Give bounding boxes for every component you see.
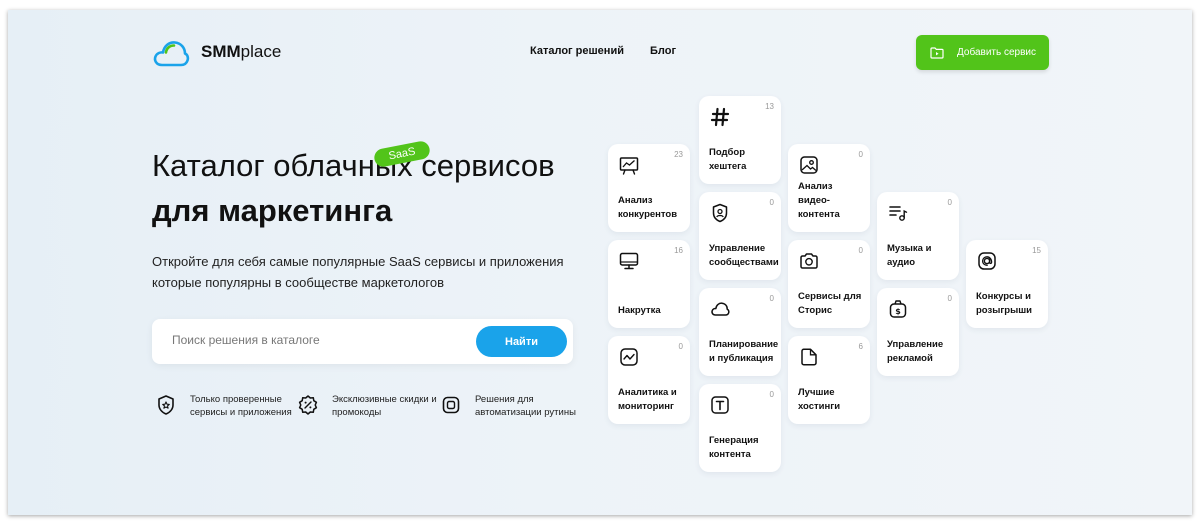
category-card-stories[interactable]: 0 Сервисы для Сторис bbox=[788, 240, 870, 328]
category-label: Музыка и аудио bbox=[887, 243, 932, 268]
folder-play-icon bbox=[930, 46, 944, 59]
category-count: 0 bbox=[769, 294, 774, 303]
discount-icon bbox=[298, 395, 318, 415]
category-label: Подбор хештега bbox=[709, 147, 747, 172]
chart-board-icon bbox=[619, 157, 639, 175]
camera-icon bbox=[800, 253, 818, 269]
hero-title-line2: для маркетинга bbox=[152, 193, 393, 228]
feature-automation: Решения для автоматизации рутины bbox=[440, 393, 580, 419]
logo-text: SMMplace bbox=[201, 42, 282, 61]
feature-verified: Только проверенные сервисы и приложения bbox=[155, 393, 300, 419]
money-bag-icon: $ bbox=[889, 300, 907, 318]
svg-text:$: $ bbox=[895, 307, 901, 316]
category-label: Конкурсы и розыгрыши bbox=[976, 291, 1032, 316]
category-card-communities[interactable]: 0 Управление сообществами bbox=[699, 192, 781, 280]
automation-icon bbox=[442, 396, 460, 414]
category-count: 0 bbox=[678, 342, 683, 351]
search-input[interactable] bbox=[172, 333, 452, 347]
category-label: Генерация контента bbox=[709, 435, 759, 460]
text-icon bbox=[711, 396, 729, 414]
category-card-ads[interactable]: $ 0 Управление рекламой bbox=[877, 288, 959, 376]
at-icon bbox=[978, 252, 996, 270]
feature-automation-text: Решения для автоматизации рутины bbox=[475, 394, 576, 418]
user-badge-icon bbox=[712, 203, 728, 223]
search-box: Найти bbox=[152, 319, 573, 364]
category-count: 0 bbox=[858, 150, 863, 159]
category-count: 0 bbox=[947, 198, 952, 207]
category-count: 0 bbox=[769, 198, 774, 207]
category-label: Лучшие хостинги bbox=[798, 387, 841, 412]
cloud-logo-icon bbox=[153, 41, 190, 67]
shield-icon bbox=[158, 395, 174, 415]
category-card-video-analysis[interactable]: 0 Анализ видео-контента bbox=[788, 144, 870, 232]
category-count: 23 bbox=[674, 150, 683, 159]
category-count: 6 bbox=[858, 342, 863, 351]
category-label: Анализ видео-контента bbox=[798, 181, 840, 220]
category-card-boost[interactable]: 16 Накрутка bbox=[608, 240, 690, 328]
monitor-icon bbox=[619, 252, 639, 270]
category-card-music[interactable]: 0 Музыка и аудио bbox=[877, 192, 959, 280]
category-card-content-generation[interactable]: 0 Генерация контента bbox=[699, 384, 781, 472]
category-count: 0 bbox=[769, 390, 774, 399]
add-service-label: Добавить сервис bbox=[957, 47, 1036, 58]
category-label: Управление рекламой bbox=[887, 339, 944, 364]
category-label: Управление сообществами bbox=[709, 243, 779, 268]
category-label: Планирование и публикация bbox=[709, 339, 779, 364]
image-icon bbox=[800, 156, 818, 174]
category-card-contests[interactable]: 15 Конкурсы и розыгрыши bbox=[966, 240, 1048, 328]
category-card-analytics[interactable]: 0 Аналитика и мониторинг bbox=[608, 336, 690, 424]
hashtag-icon bbox=[710, 107, 730, 127]
category-label: Сервисы для Сторис bbox=[798, 291, 862, 316]
cloud-icon bbox=[711, 302, 730, 316]
category-label: Аналитика и мониторинг bbox=[618, 387, 677, 412]
category-count: 15 bbox=[1032, 246, 1041, 255]
category-card-planning[interactable]: 0 Планирование и публикация bbox=[699, 288, 781, 376]
folder-icon bbox=[801, 348, 817, 366]
category-count: 0 bbox=[858, 246, 863, 255]
logo[interactable]: SMMplace bbox=[152, 36, 281, 68]
add-service-button[interactable]: Добавить сервис bbox=[916, 35, 1049, 70]
feature-discounts-text: Эксклюзивные скидки и промокоды bbox=[332, 394, 437, 418]
music-list-icon bbox=[889, 206, 908, 221]
category-count: 0 bbox=[947, 294, 952, 303]
analytics-icon bbox=[620, 348, 638, 366]
hero-title-line1: Каталог облачных сервисов bbox=[152, 148, 555, 183]
nav-blog[interactable]: Блог bbox=[650, 45, 676, 57]
category-card-hashtag[interactable]: 13 Подбор хештега bbox=[699, 96, 781, 184]
nav-catalog[interactable]: Каталог решений bbox=[530, 45, 624, 57]
search-button[interactable]: Найти bbox=[476, 326, 567, 357]
category-count: 13 bbox=[765, 102, 774, 111]
category-label: Накрутка bbox=[618, 305, 661, 316]
category-count: 16 bbox=[674, 246, 683, 255]
category-card-hosting[interactable]: 6 Лучшие хостинги bbox=[788, 336, 870, 424]
hero-description: Откройте для себя самые популярные SaaS … bbox=[152, 254, 564, 290]
category-card-competitors[interactable]: 23 Анализ конкурентов bbox=[608, 144, 690, 232]
feature-verified-text: Только проверенные сервисы и приложения bbox=[190, 394, 292, 418]
feature-discounts: Эксклюзивные скидки и промокоды bbox=[297, 393, 437, 419]
page-frame: SMMplace Каталог решений Блог Добавить с… bbox=[8, 10, 1192, 515]
category-label: Анализ конкурентов bbox=[618, 195, 678, 220]
